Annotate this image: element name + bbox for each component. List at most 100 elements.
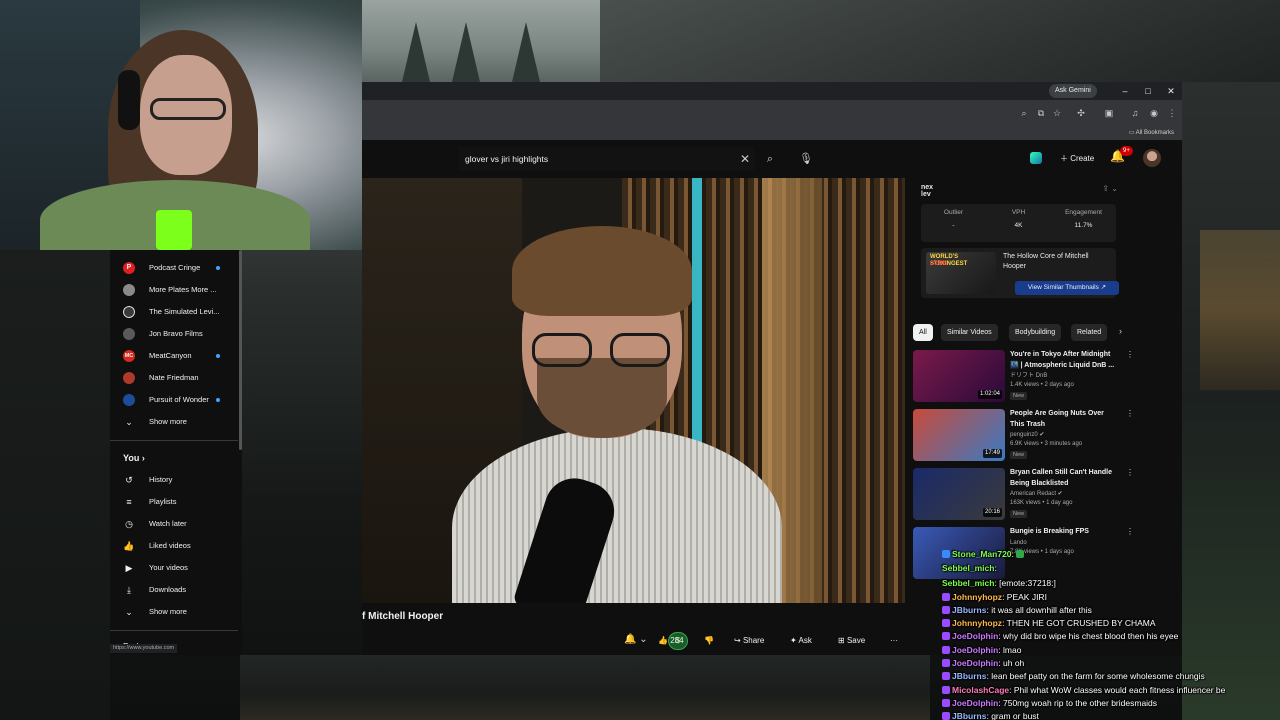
bookmarks-bar: ▭ All Bookmarks bbox=[362, 126, 1182, 140]
ask-gemini-button[interactable]: Ask Gemini bbox=[1049, 84, 1097, 98]
microphone-icon[interactable]: 🎙 bbox=[794, 147, 818, 171]
close-icon[interactable]: ✕ bbox=[1163, 83, 1179, 99]
chat-message: JBburns: gram or bust bbox=[942, 710, 1039, 720]
account-avatar[interactable] bbox=[1143, 149, 1161, 167]
browser-titlebar: Ask Gemini – □ ✕ bbox=[362, 82, 1182, 100]
recommendation-thumbnail[interactable]: 20:16 bbox=[913, 468, 1005, 520]
you-section-header[interactable]: You › bbox=[123, 451, 145, 465]
minimize-icon[interactable]: – bbox=[1117, 83, 1133, 99]
sidebar-item-more-plates[interactable]: More Plates More ... bbox=[110, 279, 238, 301]
panel-share-icon[interactable]: ⇪ ⌄ bbox=[1102, 184, 1118, 193]
similar-thumbnail[interactable]: WORLD'S STRONGEST COPE bbox=[926, 252, 996, 294]
sidebar-item-history[interactable]: ↺ History bbox=[110, 469, 238, 491]
media-icon[interactable]: ♫ bbox=[1128, 106, 1142, 120]
recommendation-item[interactable]: 1:02:04 You're in Tokyo After Midnight 🌃… bbox=[913, 350, 1134, 408]
channel-avatar bbox=[123, 284, 135, 296]
chat-text: : bbox=[994, 563, 997, 573]
side-panel-icon[interactable]: ▣ bbox=[1102, 106, 1116, 120]
sidebar-divider bbox=[110, 440, 238, 441]
like-button[interactable]: 👍 284 bbox=[658, 630, 684, 652]
recommendation-item[interactable]: 20:16 Bryan Callen Still Can't Handle Be… bbox=[913, 468, 1134, 526]
create-button[interactable]: ＋ Create bbox=[1052, 148, 1103, 170]
webcam-glasses bbox=[150, 98, 226, 120]
all-bookmarks-button[interactable]: ▭ All Bookmarks bbox=[1129, 127, 1174, 139]
chip-bodybuilding[interactable]: Bodybuilding bbox=[1009, 324, 1062, 341]
sidebar-item-playlists[interactable]: ≡ Playlists bbox=[110, 491, 238, 513]
chat-text: : 750mg woah rip to the other bridesmaid… bbox=[998, 698, 1158, 708]
chip-all[interactable]: All bbox=[913, 324, 933, 341]
search-input[interactable]: glover vs jiri highlights ✕ bbox=[458, 147, 754, 171]
show-more-subscriptions[interactable]: ⌄ Show more bbox=[110, 411, 238, 433]
emote-icon bbox=[1016, 550, 1025, 558]
chat-message: JoeDolphin: why did bro wipe his chest b… bbox=[942, 630, 1178, 643]
sidebar-item-jon-bravo[interactable]: Jon Bravo Films bbox=[110, 323, 238, 345]
new-badge: New bbox=[1010, 392, 1028, 400]
more-actions-icon[interactable]: ··· bbox=[890, 630, 898, 652]
sidebar-scrollbar[interactable] bbox=[239, 250, 242, 450]
show-more-you[interactable]: ⌄ Show more bbox=[110, 601, 238, 623]
maximize-icon[interactable]: □ bbox=[1140, 83, 1156, 99]
sidebar-item-downloads[interactable]: ⤓ Downloads bbox=[110, 579, 238, 601]
more-options-icon[interactable]: ⋮ bbox=[1126, 409, 1134, 418]
sidebar-item-simulated-levi[interactable]: The Simulated Levi... bbox=[110, 301, 238, 323]
stream-chat-overlay: Stone_Man720: Sebbel_mich: Sebbel_mich: … bbox=[940, 548, 1280, 720]
search-icon[interactable]: ⌕ bbox=[758, 147, 782, 171]
recommendation-title[interactable]: You're in Tokyo After Midnight 🌃 | Atmos… bbox=[1010, 350, 1120, 371]
chat-username: Johnnyhopz bbox=[952, 592, 1003, 602]
zoom-icon[interactable]: ⌕ bbox=[1017, 106, 1031, 120]
chat-text: : lean beef patty on the farm for some w… bbox=[986, 671, 1205, 681]
sidebar-item-label: Podcast Cringe bbox=[149, 263, 201, 272]
profile-icon[interactable]: ◉ bbox=[1147, 106, 1161, 120]
chip-similar-videos[interactable]: Similar Videos bbox=[941, 324, 998, 341]
clear-search-icon[interactable]: ✕ bbox=[740, 147, 750, 171]
stat-engagement: Engagement 11.7% bbox=[1065, 209, 1102, 229]
sidebar-item-liked-videos[interactable]: 👍 Liked videos bbox=[110, 535, 238, 557]
recommendation-item[interactable]: 17:49 People Are Going Nuts Over This Tr… bbox=[913, 409, 1134, 467]
background-tree bbox=[452, 22, 480, 82]
share-button[interactable]: ↪ Share bbox=[734, 630, 764, 652]
chat-message: Sebbel_mich: [emote:37218:] bbox=[942, 577, 1056, 590]
sidebar-item-pursuit-of-wonder[interactable]: Pursuit of Wonder bbox=[110, 389, 238, 411]
sidebar-item-podcast-cringe[interactable]: P Podcast Cringe bbox=[110, 257, 238, 279]
recommendation-channel[interactable]: penguinz0 ✔ bbox=[1010, 431, 1120, 440]
chevron-right-icon[interactable]: › bbox=[1119, 326, 1122, 336]
sidebar-item-watch-later[interactable]: ◷ Watch later bbox=[110, 513, 238, 535]
extension-icon[interactable]: ✣ bbox=[1074, 106, 1088, 120]
cast-icon[interactable]: ⧉ bbox=[1034, 106, 1048, 120]
sidebar-item-your-videos[interactable]: ▶ Your videos bbox=[110, 557, 238, 579]
chat-username: JoeDolphin bbox=[952, 658, 999, 668]
ask-button[interactable]: ✦ Ask bbox=[790, 630, 812, 652]
recommendation-channel[interactable]: Lando bbox=[1010, 539, 1120, 548]
chat-message: JBburns: it was all downhill after this bbox=[942, 604, 1092, 617]
sub-badge-icon bbox=[942, 632, 950, 640]
chat-username: JBburns bbox=[952, 711, 987, 720]
notification-count-badge: 9+ bbox=[1120, 146, 1133, 156]
bookmark-star-icon[interactable]: ☆ bbox=[1050, 106, 1064, 120]
dislike-icon[interactable]: 👎 bbox=[704, 630, 714, 652]
view-similar-thumbnails-button[interactable]: View Similar Thumbnails ↗ bbox=[1015, 281, 1119, 295]
more-options-icon[interactable]: ⋮ bbox=[1126, 468, 1134, 477]
save-button[interactable]: ⊞ Save bbox=[838, 630, 865, 652]
sidebar-item-label: Liked videos bbox=[149, 541, 191, 550]
sidebar-item-label: Downloads bbox=[149, 585, 187, 594]
chip-related[interactable]: Related bbox=[1071, 324, 1108, 341]
recommendation-channel[interactable]: ドリフト DnB bbox=[1010, 372, 1120, 381]
sidebar-item-nate-friedman[interactable]: Nate Friedman bbox=[110, 367, 238, 389]
more-options-icon[interactable]: ⋮ bbox=[1126, 350, 1134, 359]
recommendation-title[interactable]: People Are Going Nuts Over This Trash bbox=[1010, 409, 1120, 430]
extension-logo-icon[interactable] bbox=[1030, 152, 1042, 164]
sidebar-item-label: The Simulated Levi... bbox=[149, 307, 220, 316]
background-tree bbox=[402, 22, 430, 82]
recommendation-title[interactable]: Bungie is Breaking FPS bbox=[1010, 527, 1120, 538]
nexlev-logo: nex lev bbox=[921, 184, 934, 198]
recommendation-thumbnail[interactable]: 1:02:04 bbox=[913, 350, 1005, 402]
recommendation-title[interactable]: Bryan Callen Still Can't Handle Being Bl… bbox=[1010, 468, 1120, 489]
sidebar-item-meatcanyon[interactable]: MC MeatCanyon bbox=[110, 345, 238, 367]
recommendation-thumbnail[interactable]: 17:49 bbox=[913, 409, 1005, 461]
more-options-icon[interactable]: ⋮ bbox=[1126, 527, 1134, 536]
menu-icon[interactable]: ⋮ bbox=[1165, 106, 1179, 120]
recommendation-channel[interactable]: American Redact ✔ bbox=[1010, 490, 1120, 499]
video-player[interactable] bbox=[362, 178, 905, 603]
chat-message: JoeDolphin: uh oh bbox=[942, 657, 1024, 670]
sidebar-item-label: Pursuit of Wonder bbox=[149, 395, 209, 404]
